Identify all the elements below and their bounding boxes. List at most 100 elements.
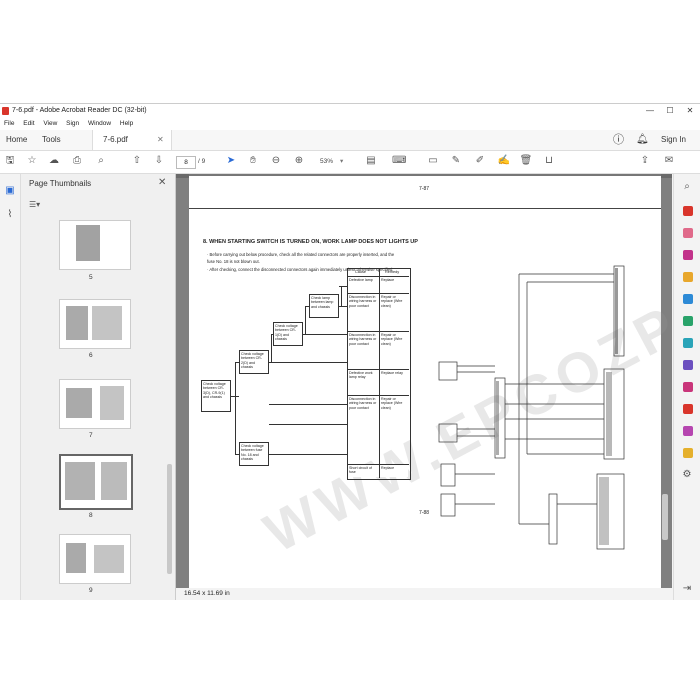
acrobat-window: 7-6.pdf - Adobe Acrobat Reader DC (32-bi…	[0, 103, 700, 600]
thumbnails-close-icon[interactable]: ✕	[158, 177, 166, 188]
organize-pages-icon[interactable]	[683, 316, 693, 326]
next-page-icon[interactable]: ⇩	[152, 154, 166, 168]
flowchart-check-box: Check lamp between lamp and chassis	[309, 294, 339, 318]
menu-sign[interactable]: Sign	[66, 120, 79, 127]
keyboard-icon[interactable]: ⌨	[392, 154, 406, 168]
previous-page-icon[interactable]: ⇧	[130, 154, 144, 168]
create-pdf-icon[interactable]	[683, 228, 693, 238]
page-number-top: 7-87	[419, 186, 430, 192]
page-display-icon[interactable]: ▤	[364, 154, 378, 168]
tab-document[interactable]: 7-6.pdf ✕	[92, 130, 172, 150]
zoom-search-icon[interactable]: ⌕	[94, 154, 108, 168]
flowchart-check-box: Check voltage between CR-3(D), CR-9(1) a…	[201, 380, 231, 412]
thumbnail-label: 8	[89, 512, 93, 519]
title-bar: 7-6.pdf - Adobe Acrobat Reader DC (32-bi…	[0, 104, 700, 118]
thumbnails-scrollbar[interactable]	[167, 464, 172, 574]
compress-pdf-icon[interactable]	[683, 338, 693, 348]
cause-cell: Defective lamp	[348, 277, 379, 293]
delete-icon[interactable]: 🗑︎	[519, 154, 533, 168]
hand-tool-icon[interactable]: ✋︎	[246, 154, 260, 168]
page-total: / 9	[198, 158, 206, 165]
sign-in-button[interactable]: Sign In	[661, 130, 686, 150]
close-button[interactable]: ✕	[680, 104, 700, 118]
page-number-input[interactable]: 8	[176, 156, 196, 169]
tab-home[interactable]: Home	[6, 130, 27, 150]
cause-cell: Disconnection in wiring harness or poor …	[348, 332, 379, 368]
combine-files-icon[interactable]	[683, 294, 693, 304]
tab-document-label: 7-6.pdf	[103, 135, 128, 144]
maximize-button[interactable]: ☐	[660, 104, 680, 118]
scan-ocr-icon[interactable]	[683, 448, 693, 458]
remedy-cell: Repair or replace (Wire clean)	[380, 332, 408, 368]
page-thumbnails-icon[interactable]: ▣	[3, 184, 17, 198]
tab-tools[interactable]: Tools	[42, 130, 61, 150]
remedy-header: Remedy	[385, 270, 400, 274]
bookmark-star-icon[interactable]: ☆	[25, 154, 39, 168]
fill-sign-icon[interactable]: ✍	[497, 154, 511, 168]
flowchart-check-box: Check voltage between fuse No. 18 and ch…	[239, 442, 269, 466]
fill-and-sign-icon[interactable]	[683, 382, 693, 392]
left-navigation-rail: ▣ ⌇	[0, 174, 21, 600]
edit-pdf-icon[interactable]	[683, 250, 693, 260]
pdf-app-icon	[2, 107, 9, 115]
upload-cloud-icon[interactable]: ☁	[47, 154, 61, 168]
zoom-chevron-down-icon[interactable]: ▾	[340, 156, 343, 167]
thumbnail-page-8[interactable]	[59, 454, 133, 510]
share-icon[interactable]: ⇪	[638, 154, 652, 168]
remedy-cell: Replace	[380, 465, 408, 477]
zoom-out-icon[interactable]: ⊖	[269, 154, 283, 168]
comment-icon[interactable]: ▭	[426, 154, 440, 168]
menu-window[interactable]: Window	[88, 120, 111, 127]
export-pdf-icon[interactable]	[683, 206, 693, 216]
thumbnail-page-5[interactable]	[59, 220, 131, 270]
highlight-pen-icon[interactable]: ✎	[449, 154, 463, 168]
page-thumbnails-panel: Page Thumbnails ✕ ☰▾ 5 6 7 8 9	[21, 174, 176, 600]
pdf-page: 7-87 WWW.EPCOZPO.COM 8. WHEN STARTING SW…	[189, 174, 672, 598]
right-tools-rail: ⌕ ⚙ ⇥	[673, 174, 700, 600]
send-for-signature-icon[interactable]	[683, 404, 693, 414]
thumbnail-page-7[interactable]	[59, 379, 131, 429]
email-icon[interactable]: ✉	[662, 154, 676, 168]
cause-cell: Disconnection in wiring harness or poor …	[348, 396, 379, 432]
menu-file[interactable]: File	[4, 120, 14, 127]
notifications-icon[interactable]: 🔔︎	[636, 130, 649, 150]
menu-help[interactable]: Help	[120, 120, 133, 127]
stamp-icon[interactable]: ⊔	[542, 154, 556, 168]
attachments-paperclip-icon[interactable]: ⌇	[3, 208, 17, 222]
protect-icon[interactable]	[683, 360, 693, 370]
thumbnail-options-icon[interactable]: ☰▾	[29, 200, 40, 209]
thumbnail-label: 7	[89, 432, 93, 439]
menu-bar: File Edit View Sign Window Help	[0, 118, 700, 130]
thumbnail-label: 5	[89, 274, 93, 281]
flowchart-check-box: Check voltage between CR-2(D) and chassi…	[239, 350, 269, 374]
more-tools-icon[interactable]: ⚙	[680, 468, 694, 482]
tab-close-icon[interactable]: ✕	[157, 130, 164, 150]
note-line: fuse No. 18 is not blown out.	[207, 259, 260, 264]
select-arrow-icon[interactable]: ➤	[224, 154, 238, 168]
note-line: · Before carrying out below procedure, c…	[207, 252, 395, 257]
comment-tool-icon[interactable]	[683, 272, 693, 282]
zoom-level-dropdown[interactable]: 53%	[320, 156, 333, 167]
request-signature-icon[interactable]	[683, 426, 693, 436]
print-icon[interactable]: ⎙	[70, 154, 84, 168]
flowchart-check-box: Check voltage between CR-1(D) and chassi…	[273, 322, 303, 346]
page-number-bottom: 7-88	[419, 510, 430, 516]
collapse-panel-icon[interactable]: ⇥	[680, 582, 694, 596]
help-icon[interactable]: ⓘ	[613, 130, 624, 150]
thumbnail-page-6[interactable]	[59, 299, 131, 349]
cause-cell: Disconnection in wiring harness or poor …	[348, 294, 379, 330]
document-viewport: 7-87 WWW.EPCOZPO.COM 8. WHEN STARTING SW…	[176, 174, 672, 600]
cause-cell: Short circuit of fuse	[348, 465, 379, 477]
zoom-in-icon[interactable]: ⊕	[292, 154, 306, 168]
menu-view[interactable]: View	[43, 120, 57, 127]
minimize-button[interactable]: —	[640, 104, 660, 118]
draw-icon[interactable]: ✐	[473, 154, 487, 168]
menu-edit[interactable]: Edit	[23, 120, 34, 127]
thumbnail-page-9[interactable]	[59, 534, 131, 584]
document-scrollbar[interactable]	[662, 494, 668, 540]
thumbnails-header: Page Thumbnails	[29, 179, 92, 188]
save-icon[interactable]: 🖫	[3, 154, 17, 168]
thumbnail-label: 6	[89, 352, 93, 359]
search-icon[interactable]: ⌕	[680, 180, 694, 194]
window-title: 7-6.pdf - Adobe Acrobat Reader DC (32-bi…	[12, 107, 147, 114]
